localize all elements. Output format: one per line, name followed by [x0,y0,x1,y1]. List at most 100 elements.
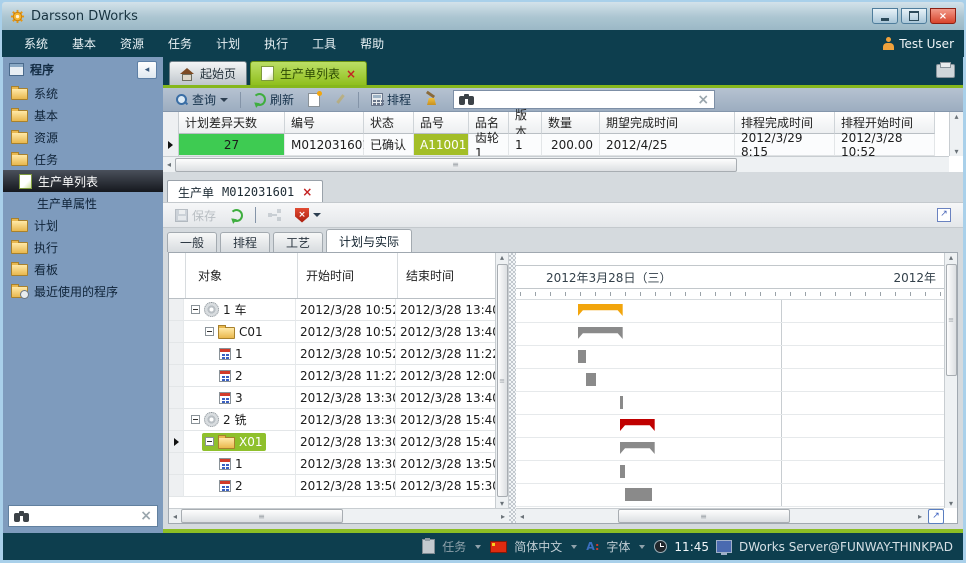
grid-row[interactable]: 27M012031601已确认A11001齿轮11200.002012/4/25… [163,134,963,156]
grid-cell-5[interactable]: 1 [509,134,542,156]
gantt-bar-task[interactable] [586,373,596,386]
gantt-bar-task[interactable] [620,465,625,478]
font-dropdown-caret[interactable] [639,545,645,549]
gantt-bar-task[interactable] [620,396,623,409]
grid-hscrollbar[interactable]: ◂≡ [163,156,949,172]
menu-item-6[interactable]: 工具 [300,31,348,56]
gantt-bar-summary[interactable] [578,327,623,339]
sidebar-item-5[interactable]: 生产单属性 [3,192,163,214]
grid-cell-4[interactable]: 齿轮1 [469,134,509,156]
minimize-button[interactable] [872,8,898,24]
gantt-vscrollbar[interactable]: ▴≡▾ [944,253,957,508]
tree-object-cell[interactable]: 3 [184,387,296,409]
sidebar-item-6[interactable]: 计划 [3,214,163,236]
gantt-bar-summary[interactable] [620,442,655,454]
gantt-bar-summary[interactable] [620,419,655,431]
tree-column-header-2[interactable]: 结束时间 [398,253,498,298]
tree-object-cell[interactable]: 1 [184,343,296,365]
grid-cell-0[interactable]: 27 [179,134,285,156]
grid-column-header-0[interactable]: 计划差异天数 [179,112,285,134]
sidebar-item-0[interactable]: 系统 [3,82,163,104]
query-dropdown-caret[interactable] [220,98,228,102]
user-indicator[interactable]: Test User [883,37,954,51]
close-button[interactable]: × [930,8,956,24]
detail-refresh-button[interactable] [226,207,247,224]
grid-cell-9[interactable]: 2012/3/28 10:52 [835,134,935,156]
grid-cell-1[interactable]: M012031601 [285,134,364,156]
sidebar-item-8[interactable]: 看板 [3,258,163,280]
detail-tab-0[interactable]: 一般 [167,232,217,252]
validate-dropdown-caret[interactable] [313,213,321,217]
tree-row-7[interactable]: 12012/3/28 13:302012/3/28 13:50 [169,453,508,475]
menu-item-1[interactable]: 基本 [60,31,108,56]
tree-node[interactable]: 2 [216,367,246,385]
menu-item-5[interactable]: 执行 [252,31,300,56]
open-external-button[interactable]: ↗ [933,206,955,224]
sidebar-item-3[interactable]: 任务 [3,148,163,170]
validate-button[interactable]: × [291,206,325,225]
sidebar-item-7[interactable]: 执行 [3,236,163,258]
sidebar-item-1[interactable]: 基本 [3,104,163,126]
tree-collapse-icon[interactable] [191,305,200,314]
tree-row-2[interactable]: 12012/3/28 10:522012/3/28 11:22 [169,343,508,365]
sidebar-item-9[interactable]: 最近使用的程序 [3,280,163,302]
clean-button[interactable] [421,91,443,108]
tree-object-cell[interactable]: 2 [184,365,296,387]
tree-vscrollbar[interactable]: ▴≡▾ [495,253,508,508]
toolbar-search-input[interactable] [479,92,693,108]
tree-node[interactable]: C01 [202,323,266,341]
tree-node[interactable]: 1 [216,455,246,473]
detail-tab-2[interactable]: 工艺 [273,232,323,252]
gantt-hscrollbar[interactable]: ◂≡ ▸ ↗ [516,508,944,523]
tree-row-4[interactable]: 32012/3/28 13:302012/3/28 13:40 [169,387,508,409]
grid-column-header-2[interactable]: 状态 [364,112,414,134]
tasks-dropdown-caret[interactable] [475,545,481,549]
grid-column-header-7[interactable]: 期望完成时间 [600,112,735,134]
tree-column-header-0[interactable]: 对象 [186,253,298,298]
schedule-button[interactable]: 排程 [367,89,415,110]
language-dropdown-caret[interactable] [571,545,577,549]
sidebar-item-2[interactable]: 资源 [3,126,163,148]
menu-item-0[interactable]: 系统 [12,31,60,56]
menu-item-4[interactable]: 计划 [204,31,252,56]
gantt-bar-summary[interactable] [578,304,623,316]
tree-object-cell[interactable]: 2 [184,475,296,497]
grid-column-header-6[interactable]: 数量 [542,112,600,134]
tree-row-3[interactable]: 22012/3/28 11:222012/3/28 12:00 [169,365,508,387]
tree-node[interactable]: 1 [216,345,246,363]
tree-collapse-icon[interactable] [191,415,200,424]
grid-column-header-5[interactable]: 版本 [509,112,542,134]
tree-row-0[interactable]: 1 车2012/3/28 10:522012/3/28 13:40 [169,299,508,321]
tree-collapse-icon[interactable] [205,437,214,446]
detail-tab-1[interactable]: 排程 [220,232,270,252]
tree-object-cell[interactable]: 2 铣 [184,409,296,431]
tree-node[interactable]: 2 铣 [188,411,249,429]
tree-node[interactable]: X01 [202,433,266,451]
production-order-doc-tab[interactable]: 生产单 M012031601 × [167,180,323,203]
gantt-bar-task[interactable] [578,350,586,363]
refresh-button[interactable]: 刷新 [249,89,298,110]
tree-object-cell[interactable]: C01 [184,321,296,343]
tab-production-order-list[interactable]: 生产单列表 × [250,61,367,85]
tab-start-page[interactable]: 起始页 [169,61,247,85]
grid-cell-7[interactable]: 2012/4/25 [600,134,735,156]
maximize-button[interactable] [901,8,927,24]
splitter-handle[interactable] [509,253,516,523]
tree-object-cell[interactable]: X01 [184,431,296,453]
tree-node[interactable]: 3 [216,389,246,407]
tree-row-1[interactable]: C012012/3/28 10:522012/3/28 13:40 [169,321,508,343]
menu-item-7[interactable]: 帮助 [348,31,396,56]
tree-collapse-icon[interactable] [205,327,214,336]
status-language[interactable]: 简体中文 [514,538,562,555]
menu-item-2[interactable]: 资源 [108,31,156,56]
tree-row-8[interactable]: 22012/3/28 13:502012/3/28 15:30 [169,475,508,497]
printer-icon[interactable] [936,64,955,78]
tree-hscrollbar[interactable]: ◂≡▸ [169,508,509,523]
status-font[interactable]: 字体 [606,538,630,555]
detail-tab-3[interactable]: 计划与实际 [326,229,412,252]
scroll-thumb[interactable]: ≡ [618,509,790,523]
tree-node[interactable]: 1 车 [188,301,249,319]
sidebar-collapse-button[interactable]: ◂ [137,61,157,79]
gantt-bar-task[interactable] [625,488,652,501]
grid-vscrollbar[interactable]: ▴▾ [949,112,963,156]
